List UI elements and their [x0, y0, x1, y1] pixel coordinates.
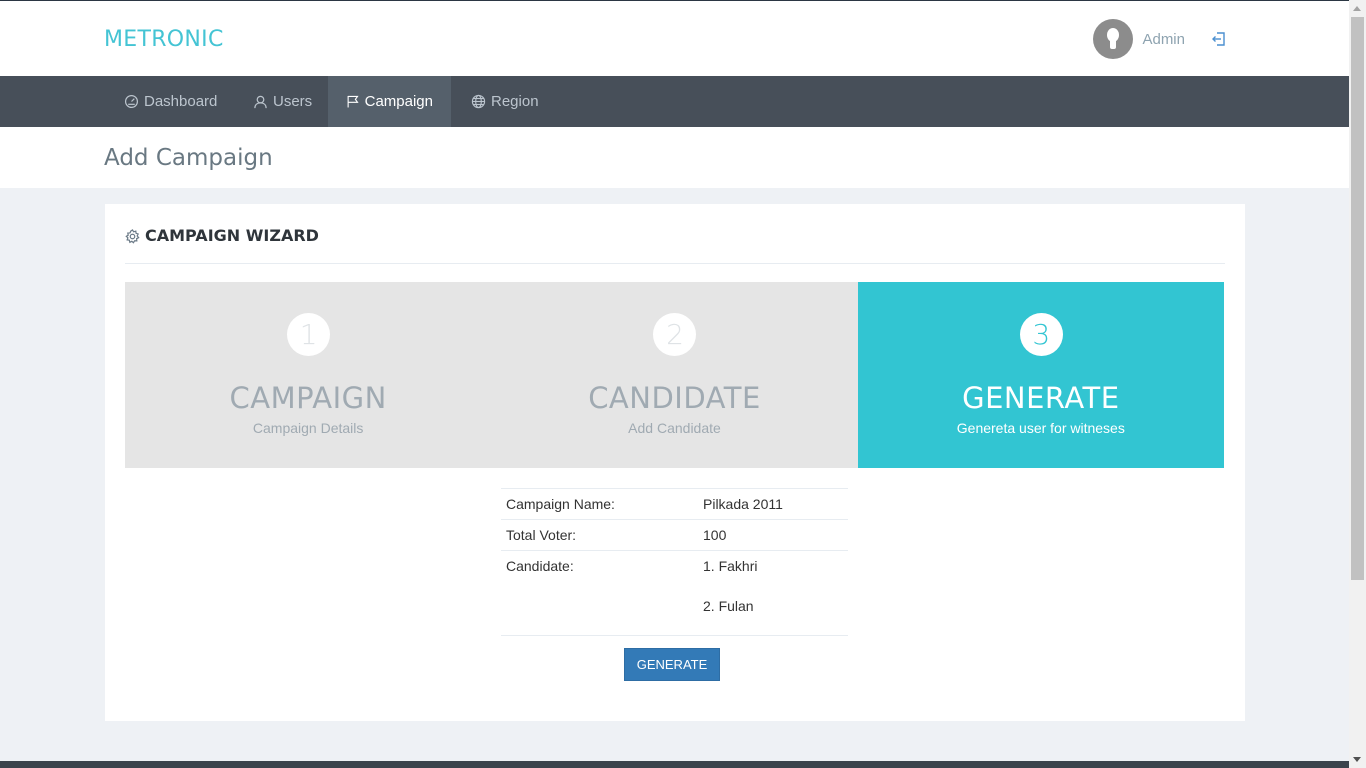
users-icon — [254, 95, 267, 109]
nav-item-region[interactable]: Region — [453, 76, 557, 127]
page-title: Add Campaign — [104, 145, 273, 171]
total-voter-label: Total Voter: — [501, 519, 698, 551]
step-number: 3 — [1019, 313, 1063, 356]
campaign-summary-table: Campaign Name: Pilkada 2011 Total Voter:… — [501, 488, 848, 636]
candidate-label: Candidate: — [501, 550, 698, 636]
footer — [0, 761, 1349, 768]
list-item: 1. Fakhri — [703, 558, 758, 574]
dashboard-gauge-icon — [124, 94, 139, 109]
generate-button[interactable]: GENERATE — [624, 648, 720, 681]
step-number: 1 — [287, 313, 331, 356]
panel-caption: CAMPAIGN WIZARD — [145, 226, 319, 245]
nav-item-label: Campaign — [364, 93, 433, 110]
nav-item-label: Region — [491, 93, 539, 110]
total-voter-value: 100 — [698, 519, 848, 551]
step-description: Add Candidate — [628, 420, 721, 436]
top-header: METRONIC Admin — [0, 0, 1349, 76]
campaign-wizard-panel: CAMPAIGN WIZARD 1 CAMPAIGN Campaign Deta… — [105, 204, 1245, 721]
table-row: Total Voter: 100 — [501, 519, 848, 551]
step-description: Campaign Details — [252, 420, 364, 436]
user-menu[interactable]: Admin — [1093, 19, 1227, 59]
nav-item-label: Users — [273, 93, 313, 110]
step-title: CANDIDATE — [588, 381, 761, 415]
logo[interactable]: METRONIC — [104, 27, 224, 52]
globe-icon — [471, 94, 486, 109]
wizard-step-candidate[interactable]: 2 CANDIDATE Add Candidate — [491, 282, 858, 468]
nav-item-users[interactable]: Users — [235, 76, 330, 127]
step-number: 2 — [653, 313, 697, 356]
avatar-neck-shape — [1110, 39, 1117, 49]
table-row: Campaign Name: Pilkada 2011 — [501, 488, 848, 520]
campaign-name-label: Campaign Name: — [501, 488, 698, 520]
user-name[interactable]: Admin — [1142, 31, 1185, 48]
step-title: CAMPAIGN — [229, 381, 387, 415]
wizard-step-generate[interactable]: 3 GENERATE Genereta user for witneses — [857, 282, 1224, 468]
scroll-up-arrow-icon[interactable] — [1353, 6, 1361, 11]
page-title-bar: Add Campaign — [0, 127, 1349, 188]
step-title: GENERATE — [962, 381, 1120, 415]
panel-header: CAMPAIGN WIZARD — [125, 226, 1225, 264]
main-nav: Dashboard Users Campaign Region — [0, 76, 1349, 127]
app-window: METRONIC Admin Dashboard Users Campaign … — [0, 0, 1366, 768]
candidate-list: 1. Fakhri 2. Fulan — [703, 558, 843, 628]
step-description: Genereta user for witneses — [956, 420, 1125, 436]
table-row: Candidate: 1. Fakhri 2. Fulan — [501, 550, 848, 636]
nav-item-campaign[interactable]: Campaign — [328, 76, 451, 127]
scroll-down-arrow-icon[interactable] — [1353, 757, 1361, 762]
campaign-name-value: Pilkada 2011 — [698, 488, 848, 520]
nav-item-label: Dashboard — [144, 93, 218, 110]
vertical-scrollbar[interactable] — [1349, 0, 1366, 768]
flag-icon — [347, 95, 359, 108]
list-item: 2. Fulan — [703, 598, 754, 614]
page: METRONIC Admin Dashboard Users Campaign … — [0, 0, 1349, 768]
nav-item-dashboard[interactable]: Dashboard — [106, 76, 235, 127]
candidate-list-cell: 1. Fakhri 2. Fulan — [698, 550, 848, 636]
wizard-step-campaign[interactable]: 1 CAMPAIGN Campaign Details — [125, 282, 492, 468]
logout-icon[interactable] — [1211, 31, 1227, 47]
gear-icon — [125, 229, 140, 244]
wizard-steps: 1 CAMPAIGN Campaign Details 2 CANDIDATE … — [125, 282, 1224, 468]
scrollbar-thumb[interactable] — [1351, 17, 1364, 580]
avatar[interactable] — [1093, 19, 1134, 59]
